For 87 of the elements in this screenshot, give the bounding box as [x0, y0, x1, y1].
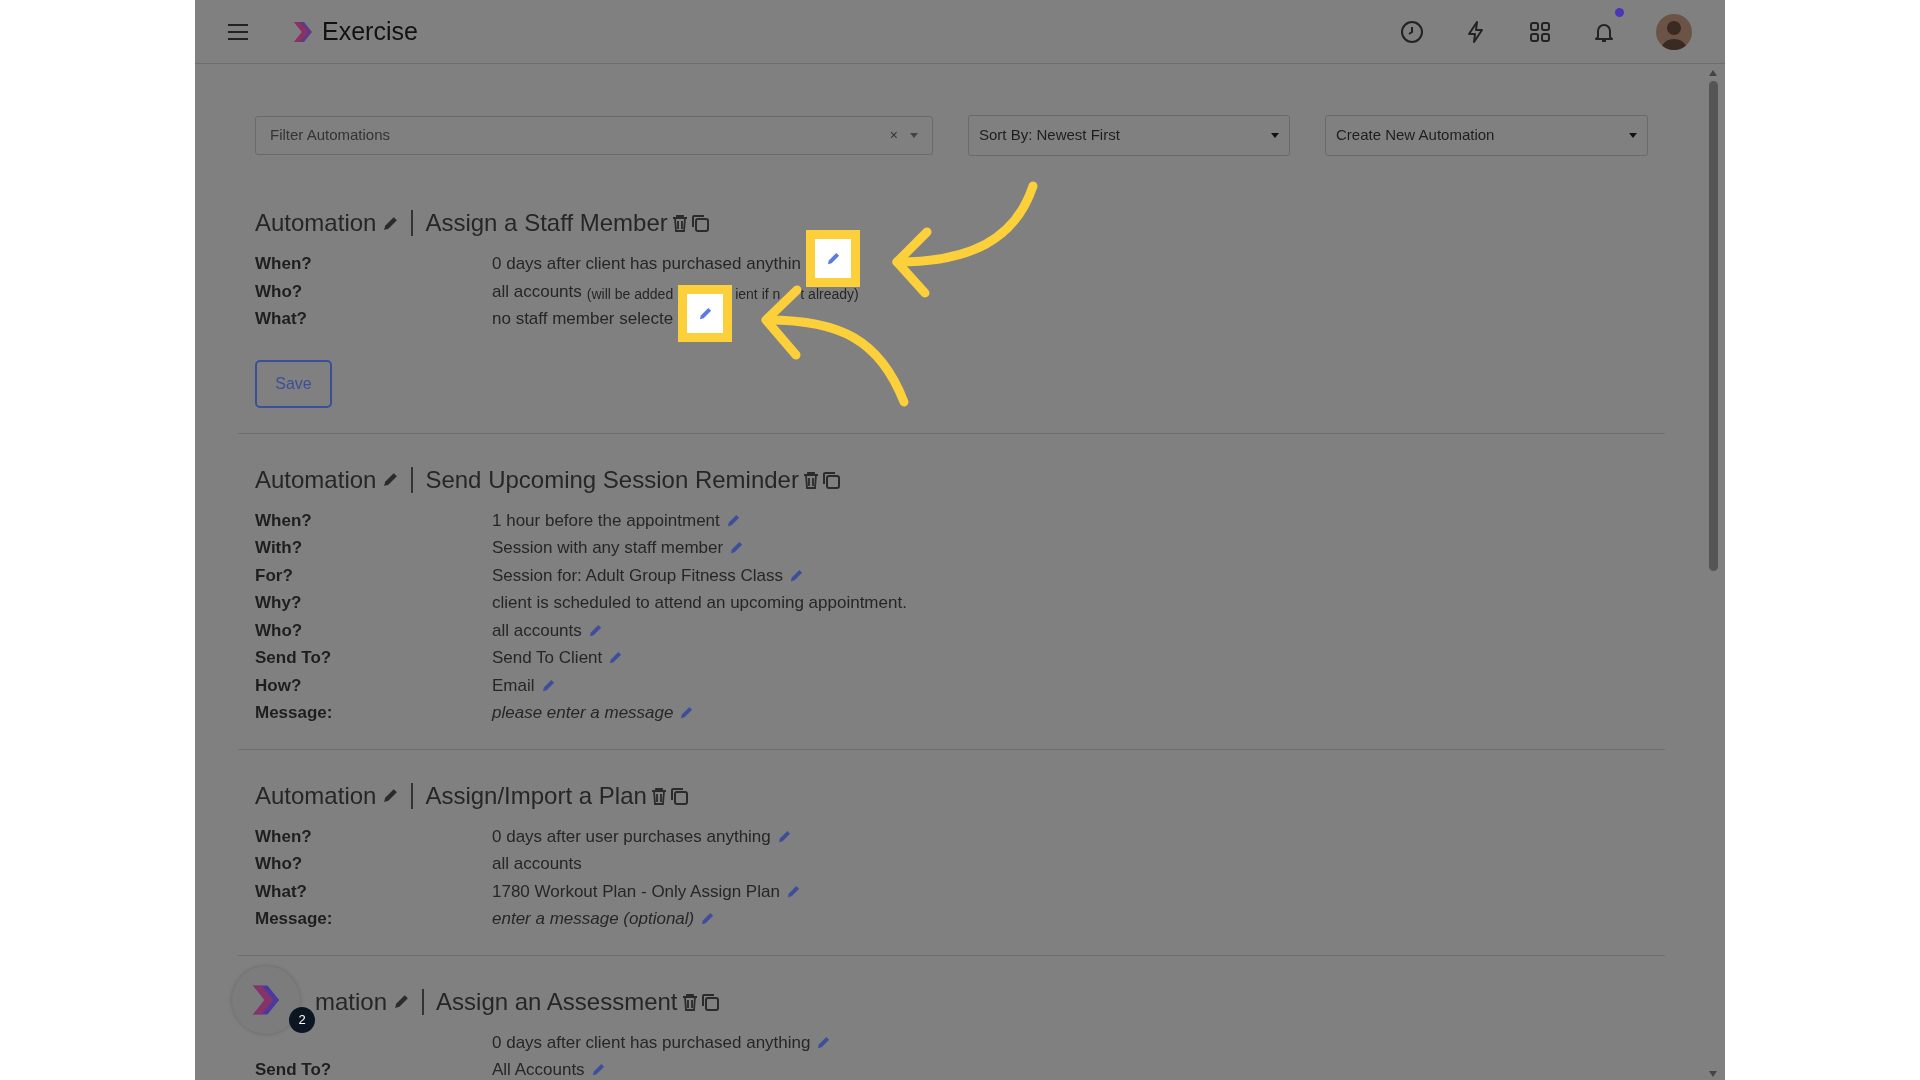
save-button[interactable]: Save: [255, 359, 332, 408]
edit-icon[interactable]: [587, 622, 603, 638]
dropdown-caret-icon[interactable]: [1271, 133, 1279, 138]
notification-badge: 2: [289, 1007, 315, 1033]
edit-icon[interactable]: [679, 705, 695, 721]
field-value: 1780 Workout Plan - Only Assign Plan: [492, 880, 780, 903]
field-value: All Accounts: [492, 1059, 585, 1080]
field-value: 1 hour before the appointment: [492, 509, 720, 532]
field-label: What?: [255, 308, 308, 330]
field-value: Send To Client: [492, 647, 603, 669]
field-value: client is scheduled to attend an upcoming appointment.: [492, 592, 907, 614]
edit-icon[interactable]: [590, 1062, 606, 1078]
field-label: Send To?: [255, 1059, 333, 1080]
field-note: (will be added: [586, 284, 674, 304]
field-value: enter a message (optional): [492, 908, 695, 930]
field-label: Who?: [255, 619, 304, 642]
field-label: Why?: [255, 592, 303, 614]
copy-icon[interactable]: [699, 991, 720, 1012]
field-value: Session with any staff member: [492, 537, 724, 559]
automation-label: Automation: [255, 780, 377, 811]
create-automation-dropdown[interactable]: Create New Automation: [1325, 115, 1648, 156]
edit-icon[interactable]: [382, 471, 400, 488]
field-label: Message:: [255, 702, 334, 724]
menu-icon[interactable]: [228, 23, 248, 40]
edit-icon[interactable]: [816, 1034, 832, 1050]
edit-icon[interactable]: [729, 540, 745, 556]
scroll-up-arrow-icon[interactable]: [1709, 70, 1717, 76]
field-note: t already): [800, 284, 859, 304]
dropdown-caret-icon[interactable]: [910, 133, 918, 138]
clock-icon[interactable]: [1400, 19, 1424, 44]
field-value: 0 days after client has purchased anything: [492, 1031, 811, 1054]
edit-icon[interactable]: [725, 512, 741, 528]
edit-icon[interactable]: [776, 828, 792, 844]
field-label: Send To?: [255, 647, 333, 669]
field-label: Who?: [255, 853, 304, 875]
field-label: Message:: [255, 908, 334, 930]
trash-icon[interactable]: [671, 214, 688, 232]
copy-icon[interactable]: [820, 469, 841, 490]
edit-icon[interactable]: [382, 787, 400, 804]
field-label: When?: [255, 253, 313, 275]
copy-icon[interactable]: [689, 213, 710, 233]
trash-icon[interactable]: [802, 470, 819, 489]
field-value: all accounts: [492, 280, 582, 303]
field-label: What?: [255, 880, 308, 903]
edit-icon[interactable]: [608, 650, 624, 666]
field-label: With?: [255, 537, 304, 559]
field-value: Email: [492, 674, 535, 697]
scroll-down-arrow-icon[interactable]: [1709, 1071, 1717, 1077]
apps-grid-icon[interactable]: [1528, 19, 1552, 44]
edit-icon[interactable]: [700, 911, 716, 927]
chat-widget[interactable]: [232, 966, 300, 1034]
field-value: no staff member selecte: [492, 308, 674, 330]
field-label: For?: [255, 564, 294, 587]
field-label: When?: [255, 825, 313, 848]
field-value: 0 days after client has purchased anythin: [492, 253, 802, 275]
automation-label: Automation: [255, 208, 377, 238]
trash-icon[interactable]: [681, 992, 698, 1011]
edit-icon[interactable]: [789, 567, 805, 583]
filter-field[interactable]: Filter Automations ×: [255, 116, 933, 155]
field-note: ient if n: [735, 284, 781, 304]
field-label: When?: [255, 509, 313, 532]
clear-icon[interactable]: ×: [889, 125, 898, 146]
sort-dropdown[interactable]: Sort By: Newest First: [968, 115, 1290, 156]
app-name: Exercise: [322, 15, 418, 47]
automation-title: Assign an Assessment: [436, 986, 678, 1017]
trash-icon[interactable]: [650, 786, 667, 805]
field-label: How?: [255, 674, 303, 697]
automation-title: Send Upcoming Session Reminder: [425, 464, 799, 495]
automation-label: mation: [315, 986, 388, 1017]
edit-icon[interactable]: [382, 214, 400, 232]
edit-icon[interactable]: [393, 993, 411, 1010]
edit-icon[interactable]: [697, 306, 713, 322]
edit-icon[interactable]: [825, 251, 841, 267]
automation-label: Automation: [255, 464, 377, 495]
field-label: Who?: [255, 280, 304, 303]
field-value: Session for: Adult Group Fitness Class: [492, 564, 784, 587]
field-value: please enter a message: [492, 702, 674, 724]
field-value: all accounts: [492, 619, 582, 642]
field-value: 0 days after user purchases anything: [492, 825, 771, 848]
dropdown-caret-icon[interactable]: [1629, 133, 1637, 138]
field-value: all accounts: [492, 853, 582, 875]
copy-icon[interactable]: [668, 785, 689, 806]
user-avatar[interactable]: [1656, 13, 1692, 50]
automation-title: Assign a Staff Member: [425, 208, 668, 238]
automation-title: Assign/Import a Plan: [425, 780, 647, 811]
edit-icon[interactable]: [785, 883, 801, 899]
edit-icon[interactable]: [540, 677, 556, 693]
